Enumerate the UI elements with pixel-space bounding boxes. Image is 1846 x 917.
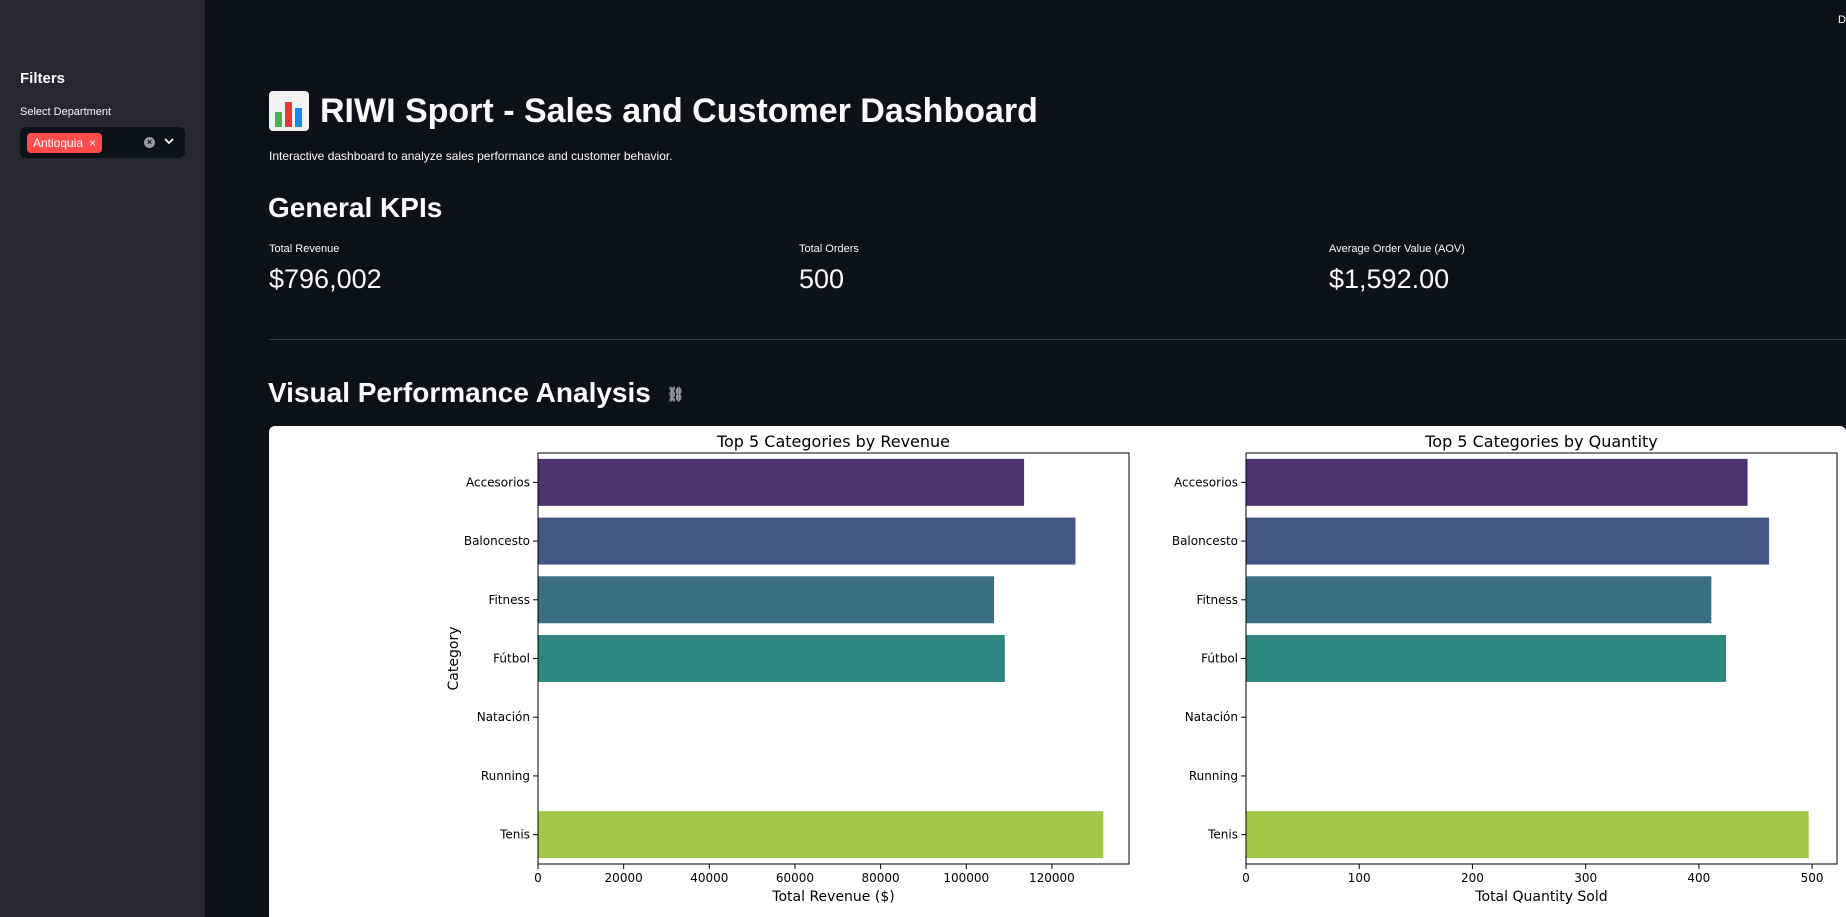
x-tick-label: 500 <box>1801 871 1824 885</box>
sidebar-heading: Filters <box>20 70 66 87</box>
x-tick-label: 120000 <box>1029 871 1075 885</box>
divider <box>269 339 1846 340</box>
bar-fútbol <box>538 635 1005 682</box>
x-tick-label: 0 <box>1242 871 1250 885</box>
kpi-value: 500 <box>799 264 845 294</box>
page-title: RIWI Sport - Sales and Customer Dashboar… <box>268 90 1038 132</box>
kpi-label: Average Order Value (AOV) <box>1329 243 1465 255</box>
bar-accesorios <box>1246 458 1748 506</box>
bar-fútbol <box>1246 635 1727 682</box>
bar-baloncesto <box>1246 517 1770 565</box>
sidebar: Filters Select Department Antioquia × × <box>0 0 205 917</box>
bar-chart-icon <box>269 91 309 131</box>
y-tick-label: Fitness <box>1196 593 1238 607</box>
kpi-label: Total Orders <box>799 243 859 255</box>
y-tick-label: Natación <box>477 710 530 724</box>
kpi-label: Total Revenue <box>269 243 340 255</box>
analysis-heading: Visual Performance Analysis ⛓ <box>268 377 684 409</box>
y-tick-label: Running <box>1189 769 1238 783</box>
x-tick-label: 60000 <box>776 871 814 885</box>
y-tick-label: Accesorios <box>1174 475 1238 489</box>
x-tick-label: 80000 <box>862 871 900 885</box>
bar-tenis <box>1246 811 1809 859</box>
clear-selection-icon[interactable]: × <box>144 137 155 148</box>
department-multiselect[interactable]: Antioquia × × <box>20 127 185 158</box>
bar-accesorios <box>538 458 1025 506</box>
y-tick-label: Baloncesto <box>1172 534 1238 548</box>
kpi-total-orders: Total Orders 500 <box>799 243 859 295</box>
bar-tenis <box>538 811 1104 859</box>
page-subtitle: Interactive dashboard to analyze sales p… <box>269 149 673 163</box>
kpi-value: $1,592.00 <box>1329 264 1450 294</box>
bar-fitness <box>1246 576 1712 624</box>
chart-title: Top 5 Categories by Revenue <box>716 432 950 451</box>
x-tick-label: 200 <box>1461 871 1484 885</box>
chip-remove-icon[interactable]: × <box>89 136 96 150</box>
link-icon[interactable]: ⛓ <box>667 386 685 403</box>
y-tick-label: Fútbol <box>493 652 530 666</box>
x-tick-label: 0 <box>534 871 542 885</box>
charts-svg: Top 5 Categories by Revenue Accesorios Bal… <box>446 432 1838 905</box>
x-tick-label: 300 <box>1574 871 1597 885</box>
x-tick-label: 40000 <box>690 871 728 885</box>
kpi-aov: Average Order Value (AOV) $1,592.00 <box>1329 243 1465 295</box>
y-tick-label: Tenis <box>499 828 530 842</box>
kpi-total-revenue: Total Revenue $796,002 <box>269 243 382 295</box>
x-axis-label: Total Revenue ($) <box>771 889 894 905</box>
y-tick-label: Fútbol <box>1201 652 1238 666</box>
x-tick-label: 100000 <box>943 871 989 885</box>
kpi-heading: General KPIs <box>268 192 443 223</box>
y-tick-label: Fitness <box>488 593 530 607</box>
analysis-heading-text: Visual Performance Analysis <box>268 377 651 408</box>
y-axis-label: Category <box>446 627 462 691</box>
selected-chip-antioquia: Antioquia × <box>27 133 103 153</box>
page-title-text: RIWI Sport - Sales and Customer Dashboar… <box>320 91 1038 130</box>
y-tick-label: Accesorios <box>466 475 530 489</box>
x-axis-label: Total Quantity Sold <box>1474 889 1607 905</box>
deploy-button[interactable]: D <box>1838 14 1846 26</box>
x-tick-label: 400 <box>1687 871 1710 885</box>
kpi-value: $796,002 <box>269 264 382 294</box>
bar-fitness <box>538 576 995 624</box>
x-tick-label: 20000 <box>605 871 643 885</box>
y-tick-label: Natación <box>1185 710 1238 724</box>
bar-baloncesto <box>538 517 1076 565</box>
chart-title: Top 5 Categories by Quantity <box>1424 432 1658 451</box>
y-tick-label: Running <box>481 769 530 783</box>
chevron-down-icon[interactable] <box>162 134 176 148</box>
chart-panel: Top 5 Categories by Revenue Accesorios Bal… <box>269 426 1846 917</box>
x-tick-label: 100 <box>1348 871 1371 885</box>
y-tick-label: Baloncesto <box>464 534 530 548</box>
y-tick-label: Tenis <box>1207 828 1238 842</box>
chip-label: Antioquia <box>33 136 84 150</box>
department-label: Select Department <box>20 106 112 118</box>
